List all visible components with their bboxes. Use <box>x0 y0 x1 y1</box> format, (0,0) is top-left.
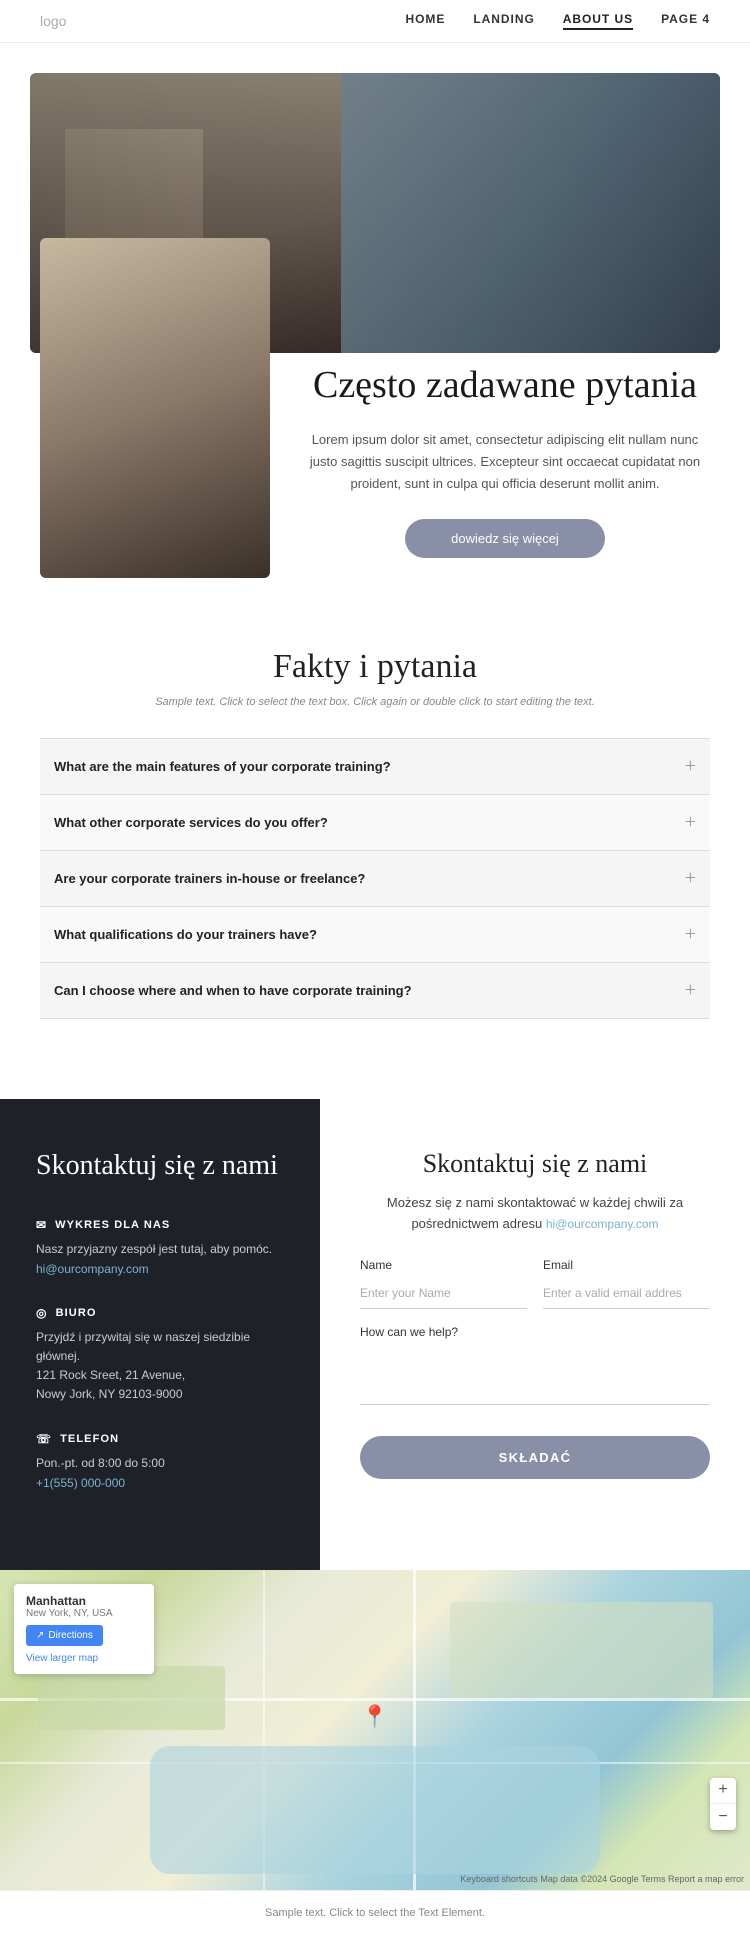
faq-title: Fakty i pytania <box>40 648 710 686</box>
map-attribution: Keyboard shortcuts Map data ©2024 Google… <box>460 1874 744 1884</box>
faq-item[interactable]: What are the main features of your corpo… <box>40 739 710 795</box>
map-zoom-controls: + − <box>710 1778 736 1830</box>
telefon-hours: Pon.-pt. od 8:00 do 5:00 <box>36 1454 284 1473</box>
contact-form-panel: Skontaktuj się z nami Możesz się z nami … <box>320 1099 750 1570</box>
faq-question-3: Are your corporate trainers in-house or … <box>54 871 365 886</box>
faq-expand-icon-2: + <box>685 811 696 834</box>
faq-subtitle: Sample text. Click to select the text bo… <box>40 696 710 708</box>
faq-question-5: Can I choose where and when to have corp… <box>54 983 412 998</box>
nav-home[interactable]: HOME <box>406 12 446 30</box>
faq-question-4: What qualifications do your trainers hav… <box>54 927 317 942</box>
contact-section: Skontaktuj się z nami ✉ WYKRES DLA NAS N… <box>0 1099 750 1570</box>
directions-label: Directions <box>48 1630 92 1641</box>
map-location-name: Manhattan <box>26 1594 142 1608</box>
contact-email-inline[interactable]: hi@ourcompany.com <box>546 1217 659 1231</box>
biuro-address1: 121 Rock Sreet, 21 Avenue, <box>36 1366 284 1385</box>
map-background: 📍 Manhattan New York, NY, USA ↗ Directio… <box>0 1570 750 1890</box>
telefon-phone-link[interactable]: +1(555) 000-000 <box>36 1476 125 1490</box>
contact-office-block: ◎ BIURO Przyjdź i przywitaj się w naszej… <box>36 1306 284 1405</box>
wykres-header: ✉ WYKRES DLA NAS <box>36 1218 284 1232</box>
contact-left-title: Skontaktuj się z nami <box>36 1149 284 1183</box>
hero-portrait <box>40 238 270 578</box>
biuro-address2: Nowy Jork, NY 92103-9000 <box>36 1385 284 1404</box>
name-label: Name <box>360 1258 527 1272</box>
biuro-header: ◎ BIURO <box>36 1306 284 1320</box>
contact-right-desc: Możesz się z nami skontaktować w każdej … <box>360 1193 710 1235</box>
nav-landing[interactable]: LANDING <box>473 12 534 30</box>
faq-item[interactable]: Can I choose where and when to have corp… <box>40 963 710 1019</box>
faq-item[interactable]: Are your corporate trainers in-house or … <box>40 851 710 907</box>
howhelp-textarea[interactable] <box>360 1345 710 1405</box>
hero-card-area: Często zadawane pytania Lorem ipsum dolo… <box>30 233 720 578</box>
zoom-out-button[interactable]: − <box>710 1804 736 1830</box>
phone-icon: ☏ <box>36 1432 52 1446</box>
nav-page4[interactable]: PAGE 4 <box>661 12 710 30</box>
contact-right-title: Skontaktuj się z nami <box>360 1149 710 1179</box>
navbar: logo HOME LANDING ABOUT US PAGE 4 <box>0 0 750 43</box>
telefon-label: TELEFON <box>60 1433 119 1445</box>
faq-expand-icon-5: + <box>685 979 696 1002</box>
footer-text: Sample text. Click to select the Text El… <box>265 1907 485 1919</box>
faq-question-1: What are the main features of your corpo… <box>54 759 391 774</box>
faq-expand-icon-4: + <box>685 923 696 946</box>
wykres-text: Nasz przyjazny zespół jest tutaj, aby po… <box>36 1240 284 1259</box>
faq-section: Fakty i pytania Sample text. Click to se… <box>0 578 750 1059</box>
hero-text-block: Często zadawane pytania Lorem ipsum dolo… <box>300 233 710 578</box>
logo: logo <box>40 13 66 29</box>
map-section: 📍 Manhattan New York, NY, USA ↗ Directio… <box>0 1570 750 1890</box>
name-field-group: Name <box>360 1258 527 1309</box>
nav-about[interactable]: ABOUT US <box>563 12 633 30</box>
name-input[interactable] <box>360 1278 527 1309</box>
biuro-text: Przyjdź i przywitaj się w naszej siedzib… <box>36 1328 284 1366</box>
faq-item[interactable]: What other corporate services do you off… <box>40 795 710 851</box>
wykres-label: WYKRES DLA NAS <box>55 1219 170 1231</box>
map-pin: 📍 <box>361 1704 388 1730</box>
submit-button[interactable]: SKŁADAĆ <box>360 1436 710 1479</box>
email-label: Email <box>543 1258 710 1272</box>
faq-list: What are the main features of your corpo… <box>40 738 710 1019</box>
contact-phone-block: ☏ TELEFON Pon.-pt. od 8:00 do 5:00 +1(55… <box>36 1432 284 1491</box>
email-field-group: Email <box>543 1258 710 1309</box>
faq-expand-icon-1: + <box>685 755 696 778</box>
faq-question-2: What other corporate services do you off… <box>54 815 328 830</box>
map-overlay-card: Manhattan New York, NY, USA ↗ Directions… <box>14 1584 154 1674</box>
form-name-email-row: Name Email <box>360 1258 710 1309</box>
telefon-header: ☏ TELEFON <box>36 1432 284 1446</box>
faq-item[interactable]: What qualifications do your trainers hav… <box>40 907 710 963</box>
directions-icon: ↗ <box>36 1630 44 1641</box>
larger-map-link[interactable]: View larger map <box>26 1653 98 1664</box>
biuro-label: BIURO <box>56 1307 97 1319</box>
nav-links: HOME LANDING ABOUT US PAGE 4 <box>406 12 710 30</box>
howhelp-label: How can we help? <box>360 1325 710 1339</box>
email-icon: ✉ <box>36 1218 47 1232</box>
wykres-email-link[interactable]: hi@ourcompany.com <box>36 1262 149 1276</box>
location-icon: ◎ <box>36 1306 48 1320</box>
hero-section: Często zadawane pytania Lorem ipsum dolo… <box>0 43 750 578</box>
faq-expand-icon-3: + <box>685 867 696 890</box>
hero-title: Często zadawane pytania <box>300 363 710 409</box>
map-location-sub: New York, NY, USA <box>26 1608 142 1619</box>
hero-description: Lorem ipsum dolor sit amet, consectetur … <box>300 429 710 495</box>
email-input[interactable] <box>543 1278 710 1309</box>
hero-cta-button[interactable]: dowiedz się więcej <box>405 519 605 558</box>
howhelp-group: How can we help? <box>360 1325 710 1410</box>
page-footer: Sample text. Click to select the Text El… <box>0 1890 750 1935</box>
contact-info-panel: Skontaktuj się z nami ✉ WYKRES DLA NAS N… <box>0 1099 320 1570</box>
directions-button[interactable]: ↗ Directions <box>26 1625 103 1646</box>
contact-email-block: ✉ WYKRES DLA NAS Nasz przyjazny zespół j… <box>36 1218 284 1277</box>
zoom-in-button[interactable]: + <box>710 1778 736 1804</box>
